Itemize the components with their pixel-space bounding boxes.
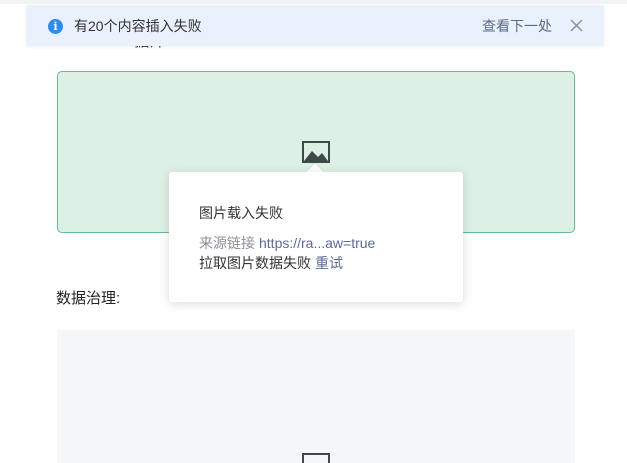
source-label: 来源链接 xyxy=(199,235,255,251)
popover-title: 图片载入失败 xyxy=(199,205,283,221)
view-next-button[interactable]: 查看下一处 xyxy=(482,17,552,35)
source-row: 来源链接 https://ra...aw=true xyxy=(199,234,375,252)
retry-button[interactable]: 重试 xyxy=(315,255,343,271)
image-placeholder[interactable] xyxy=(57,330,575,463)
top-divider xyxy=(0,0,627,4)
close-icon[interactable] xyxy=(570,19,583,32)
insert-failure-notice: i 有20个内容插入失败 查看下一处 xyxy=(26,5,604,46)
source-link[interactable]: https://ra...aw=true xyxy=(259,235,375,251)
info-icon: i xyxy=(48,19,63,34)
section-heading: 数据治理: xyxy=(56,290,121,307)
fetch-failed-label: 拉取图片数据失败 xyxy=(199,255,311,271)
editor-page: …… …… 据库 i 有20个内容插入失败 查看下一处 图片载入失败 来源链接h… xyxy=(0,0,627,463)
image-icon xyxy=(302,453,330,463)
image-error-popover: 图片载入失败 来源链接 https://ra...aw=true 拉取图片数据失败… xyxy=(169,172,463,302)
fetch-row: 拉取图片数据失败 重试 xyxy=(199,254,343,272)
image-icon xyxy=(302,141,330,163)
notice-message: 有20个内容插入失败 xyxy=(74,18,202,34)
